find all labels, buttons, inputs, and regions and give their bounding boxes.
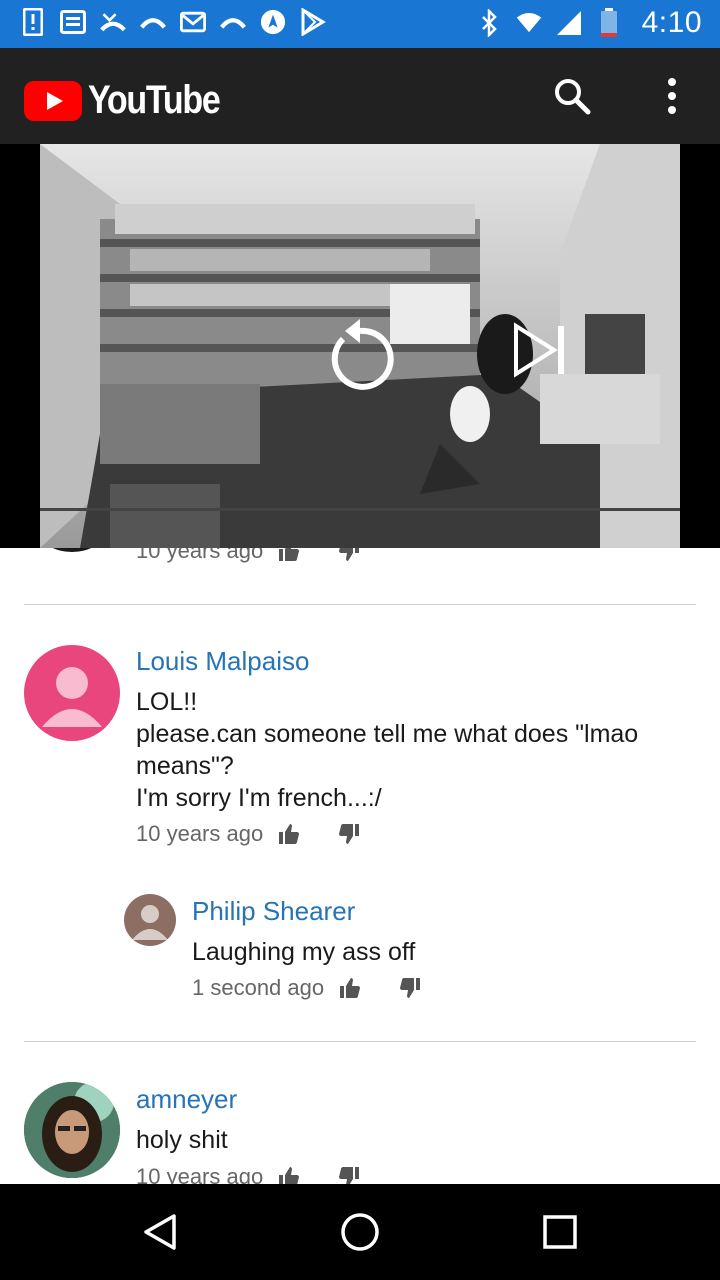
home-button[interactable] bbox=[338, 1210, 382, 1254]
notes-icon bbox=[60, 8, 86, 36]
navigation-icon bbox=[260, 8, 286, 36]
more-vert-icon bbox=[668, 78, 676, 114]
comment-author[interactable]: Louis Malpaiso bbox=[136, 646, 309, 677]
brand-wordmark: YouTube bbox=[88, 78, 221, 122]
signal-icon bbox=[556, 9, 582, 37]
avatar[interactable] bbox=[24, 1082, 120, 1178]
comment-author[interactable]: amneyer bbox=[136, 1084, 237, 1115]
comment-meta: 10 years ago bbox=[136, 821, 361, 847]
system-icons: 4:10 bbox=[476, 6, 702, 40]
clock: 4:10 bbox=[641, 6, 702, 39]
video-player[interactable] bbox=[0, 144, 720, 548]
user-photo-avatar bbox=[24, 1082, 120, 1178]
reply-author[interactable]: Philip Shearer bbox=[192, 896, 355, 927]
avatar[interactable] bbox=[124, 894, 176, 946]
thumbs-down-icon[interactable] bbox=[337, 548, 361, 563]
reply-text: Laughing my ass off bbox=[192, 938, 416, 966]
replay-icon bbox=[331, 319, 394, 390]
comment-time: 10 years ago bbox=[136, 1164, 264, 1184]
thumbs-down-icon[interactable] bbox=[398, 976, 422, 1000]
avatar[interactable] bbox=[40, 548, 104, 552]
comments-list[interactable]: 10 years ago Louis Malpaiso LOL!! please… bbox=[0, 548, 720, 1184]
reply-meta: 1 second ago bbox=[192, 975, 422, 1001]
reply-time: 1 second ago bbox=[192, 975, 325, 1000]
video-progress-track[interactable] bbox=[40, 508, 680, 511]
thumbs-up-icon[interactable] bbox=[277, 548, 301, 563]
battery-icon bbox=[596, 8, 622, 37]
skip-next-button[interactable] bbox=[510, 322, 570, 383]
thumbs-up-icon[interactable] bbox=[277, 822, 301, 846]
search-icon bbox=[555, 79, 591, 115]
missed-call-icon bbox=[100, 8, 126, 36]
comment-meta: 10 years ago bbox=[136, 1164, 361, 1184]
app-bar: YouTube bbox=[0, 48, 720, 144]
play-store-icon bbox=[300, 8, 326, 36]
replay-button[interactable] bbox=[323, 309, 397, 398]
recents-icon bbox=[543, 1215, 577, 1249]
thumbs-up-icon[interactable] bbox=[277, 1165, 301, 1184]
thumbs-down-icon[interactable] bbox=[337, 822, 361, 846]
comment-time: 10 years ago bbox=[136, 548, 264, 563]
navigation-bar bbox=[0, 1184, 720, 1280]
call-icon bbox=[220, 8, 246, 36]
comment-text: holy shit bbox=[136, 1126, 228, 1154]
comment-time: 10 years ago bbox=[136, 821, 264, 846]
mail-icon bbox=[180, 8, 206, 36]
youtube-play-logo-icon bbox=[24, 80, 82, 121]
comment-divider bbox=[24, 1041, 696, 1042]
comment-divider bbox=[24, 604, 696, 605]
comment-meta: 10 years ago bbox=[136, 548, 361, 564]
more-options-button[interactable] bbox=[658, 76, 686, 121]
notification-icons bbox=[20, 8, 326, 36]
search-button[interactable] bbox=[552, 76, 592, 121]
back-button[interactable] bbox=[138, 1210, 182, 1254]
call-icon bbox=[140, 8, 166, 36]
default-avatar-icon bbox=[132, 905, 168, 940]
default-avatar-icon bbox=[42, 667, 102, 727]
thumbs-down-icon[interactable] bbox=[337, 1165, 361, 1184]
youtube-logo[interactable]: YouTube bbox=[24, 78, 243, 123]
recents-button[interactable] bbox=[538, 1210, 582, 1254]
skip-next-icon bbox=[514, 322, 564, 378]
avatar[interactable] bbox=[24, 645, 120, 741]
bluetooth-icon bbox=[476, 9, 502, 37]
alert-icon bbox=[20, 8, 46, 36]
wifi-icon bbox=[516, 9, 542, 37]
home-icon bbox=[341, 1213, 379, 1251]
comment-text: LOL!! please.can someone tell me what do… bbox=[136, 688, 639, 812]
thumbs-up-icon[interactable] bbox=[338, 976, 362, 1000]
back-icon bbox=[144, 1214, 176, 1250]
status-bar: 4:10 bbox=[0, 0, 720, 48]
